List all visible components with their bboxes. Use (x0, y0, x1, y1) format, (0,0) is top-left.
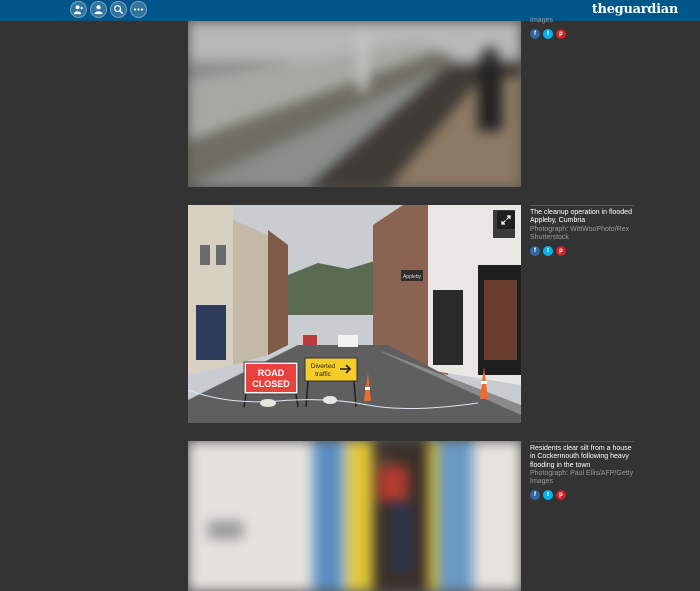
photo-1-share-buttons: f t p (530, 29, 634, 40)
expand-icon (501, 215, 511, 225)
photo-3-image (188, 441, 521, 591)
diverted-line2: traffic (315, 371, 332, 378)
logo-prefix: the (591, 2, 615, 17)
shop-sign: Appleby (403, 274, 422, 280)
more-button[interactable] (130, 1, 147, 18)
logo-suffix: guardian (614, 2, 679, 17)
facebook-share-button[interactable]: f (530, 490, 540, 501)
fullscreen-button[interactable] (497, 211, 515, 229)
facebook-share-button[interactable]: f (530, 29, 540, 40)
twitter-icon: t (547, 492, 549, 499)
pinterest-share-button[interactable]: p (556, 29, 566, 40)
twitter-icon: t (547, 31, 549, 38)
photo-1-caption: Images f t p (530, 17, 634, 40)
diverted-line1: Diverted (311, 363, 336, 370)
photo-3-caption: Residents clear silt from a house in Coc… (530, 441, 634, 501)
twitter-share-button[interactable]: t (543, 246, 553, 257)
subscribe-icon (73, 5, 84, 15)
subscribe-button[interactable] (70, 1, 87, 18)
profile-button[interactable] (90, 1, 107, 18)
more-icon (133, 8, 144, 11)
pinterest-share-button[interactable]: p (556, 490, 566, 501)
road-closed-line2: CLOSED (252, 379, 290, 389)
search-icon (114, 5, 124, 15)
photo-2-image: ROAD CLOSED Diverted traffic Appleby (188, 205, 521, 423)
photo-3-caption-text: Residents clear silt from a house in Coc… (530, 445, 632, 469)
pinterest-icon: p (559, 248, 563, 255)
twitter-share-button[interactable]: t (543, 29, 553, 40)
photo-3-credit: Photograph: Paul Ellis/AFP/Getty Images (530, 469, 634, 486)
photo-3-share-buttons: f t p (530, 490, 634, 501)
photo-1-credit: Images (530, 17, 553, 24)
gallery-photo-3[interactable] (188, 441, 521, 591)
road-closed-line1: ROAD (258, 368, 285, 378)
search-button[interactable] (110, 1, 127, 18)
facebook-icon: f (534, 248, 536, 255)
guardian-logo[interactable]: theguardian (592, 1, 678, 18)
twitter-icon: t (547, 248, 549, 255)
pinterest-icon: p (559, 492, 563, 499)
facebook-icon: f (534, 31, 536, 38)
photo-2-credit: Photograph: WittWooPhoto/Rex Shutterstoc… (530, 225, 630, 241)
photo-2-share-buttons: f t p (530, 246, 634, 257)
gallery-photo-1[interactable] (188, 21, 521, 187)
pinterest-icon: p (559, 31, 563, 38)
photo-1-image (188, 21, 521, 187)
facebook-icon: f (534, 492, 536, 499)
twitter-share-button[interactable]: t (543, 490, 553, 501)
profile-icon (94, 5, 103, 15)
photo-2-caption-text: The cleanup operation in flooded Appleby… (530, 209, 632, 225)
facebook-share-button[interactable]: f (530, 246, 540, 257)
gallery-photo-2[interactable]: ROAD CLOSED Diverted traffic Appleby (188, 205, 521, 423)
photo-2-caption: The cleanup operation in flooded Appleby… (530, 205, 634, 257)
pinterest-share-button[interactable]: p (556, 246, 566, 257)
